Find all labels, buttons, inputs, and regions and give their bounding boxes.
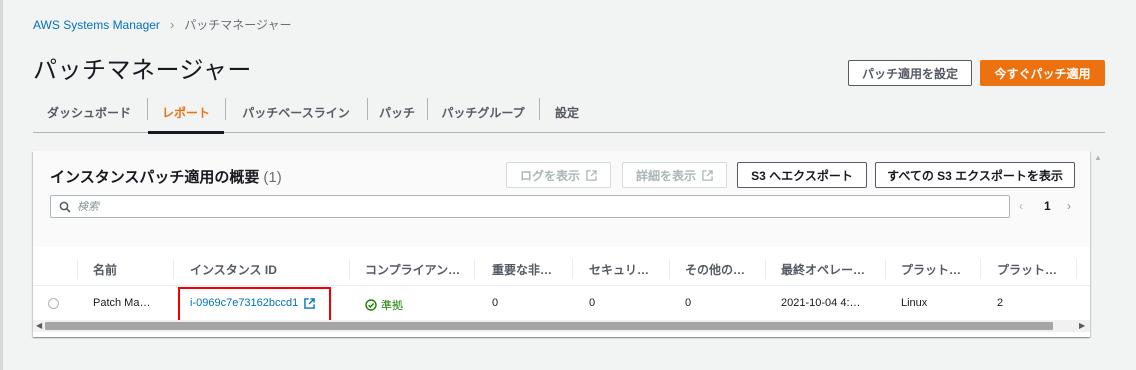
search-input[interactable]	[77, 200, 977, 213]
view-logs-button[interactable]: ログを表示	[506, 162, 611, 188]
column-divider	[349, 259, 350, 279]
cell-platform-version: 2	[997, 297, 1004, 309]
column-header-instance-id[interactable]: インスタンス ID	[190, 261, 277, 278]
chevron-right-icon: ›	[169, 17, 175, 32]
horizontal-scrollbar[interactable]: ◀ ▶	[33, 320, 1090, 332]
scroll-left-arrow-icon[interactable]: ◀	[36, 321, 42, 330]
cell-platform: Linux	[901, 297, 928, 309]
cell-critical: 0	[492, 297, 499, 309]
view-all-s3-exports-button[interactable]: すべての S3 エクスポートを表示	[875, 162, 1075, 188]
panel-count: (1)	[263, 169, 282, 186]
view-logs-label: ログを表示	[519, 168, 580, 183]
column-header-name[interactable]: 名前	[93, 261, 117, 278]
row-select-radio[interactable]	[48, 298, 59, 309]
patch-now-button[interactable]: 今すぐパッチ適用	[980, 60, 1105, 86]
highlight-annotation-box	[178, 287, 331, 323]
tab-patch-groups[interactable]: パッチグループ	[428, 93, 538, 132]
tab-settings[interactable]: 設定	[540, 93, 594, 132]
search-field[interactable]	[50, 195, 1010, 218]
column-divider	[173, 259, 174, 279]
column-header-security[interactable]: セキュリ…	[589, 261, 649, 278]
panel-title-text: インスタンスパッチ適用の概要	[50, 169, 260, 186]
column-divider	[77, 259, 78, 279]
column-divider	[474, 259, 475, 279]
scroll-up-arrow-icon[interactable]: ▲	[1094, 153, 1102, 162]
cell-other: 0	[685, 297, 692, 309]
compliance-status: 準拠	[365, 297, 403, 313]
pager-prev-button[interactable]: ‹	[1019, 199, 1023, 213]
horizontal-scrollbar-thumb[interactable]	[45, 322, 1053, 330]
tab-dashboard[interactable]: ダッシュボード	[33, 93, 145, 132]
column-header-last-operation[interactable]: 最終オペレー…	[781, 261, 865, 278]
panel-title: インスタンスパッチ適用の概要 (1)	[50, 166, 282, 187]
external-link-icon	[702, 169, 713, 181]
view-details-button[interactable]: 詳細を表示	[622, 162, 727, 188]
breadcrumb-root-link[interactable]: AWS Systems Manager	[33, 18, 160, 32]
panel-header: インスタンスパッチ適用の概要 (1) ログを表示 詳細を表示 S3 へエクスポート…	[33, 151, 1090, 247]
page-title: パッチマネージャー	[33, 57, 252, 84]
left-rail	[0, 0, 3, 370]
column-header-critical[interactable]: 重要な非…	[492, 261, 552, 278]
column-divider	[885, 259, 886, 279]
column-divider	[572, 259, 573, 279]
breadcrumb: AWS Systems Manager › パッチマネージャー	[33, 16, 291, 33]
tab-bar: ダッシュボード レポート パッチベースライン パッチ パッチグループ 設定	[33, 93, 1105, 134]
export-to-s3-button[interactable]: S3 へエクスポート	[737, 162, 867, 188]
table-header-row: 名前 インスタンス ID コンプライアン… 重要な非… セキュリ… その他の… …	[33, 252, 1090, 286]
column-divider	[765, 259, 766, 279]
tab-patches[interactable]: パッチ	[368, 93, 426, 132]
instance-patching-overview-panel: インスタンスパッチ適用の概要 (1) ログを表示 詳細を表示 S3 へエクスポート…	[33, 151, 1090, 337]
column-divider	[1076, 259, 1077, 279]
compliance-status-text: 準拠	[381, 300, 403, 312]
tab-reports[interactable]: レポート	[148, 93, 224, 134]
tab-patch-baselines[interactable]: パッチベースライン	[226, 93, 366, 132]
configure-patching-button[interactable]: パッチ適用を設定	[848, 60, 972, 86]
column-header-platform[interactable]: プラット…	[901, 261, 961, 278]
column-divider	[669, 259, 670, 279]
search-icon	[59, 201, 71, 213]
cell-security: 0	[589, 297, 596, 309]
column-header-platform-version[interactable]: プラット…	[997, 261, 1057, 278]
view-details-label: 詳細を表示	[635, 168, 696, 183]
external-link-icon	[586, 169, 597, 181]
column-header-compliance[interactable]: コンプライアン…	[365, 261, 460, 278]
scroll-right-arrow-icon[interactable]: ▶	[1079, 321, 1085, 330]
check-circle-icon	[365, 299, 377, 311]
column-header-other[interactable]: その他の…	[685, 261, 745, 278]
column-divider	[980, 259, 981, 279]
pager-current-page[interactable]: 1	[1044, 199, 1051, 213]
pager-next-button[interactable]: ›	[1067, 199, 1071, 213]
cell-last-operation: 2021-10-04 4:…	[781, 297, 861, 309]
breadcrumb-current: パッチマネージャー	[184, 18, 292, 32]
cell-name: Patch Ma…	[93, 297, 151, 309]
